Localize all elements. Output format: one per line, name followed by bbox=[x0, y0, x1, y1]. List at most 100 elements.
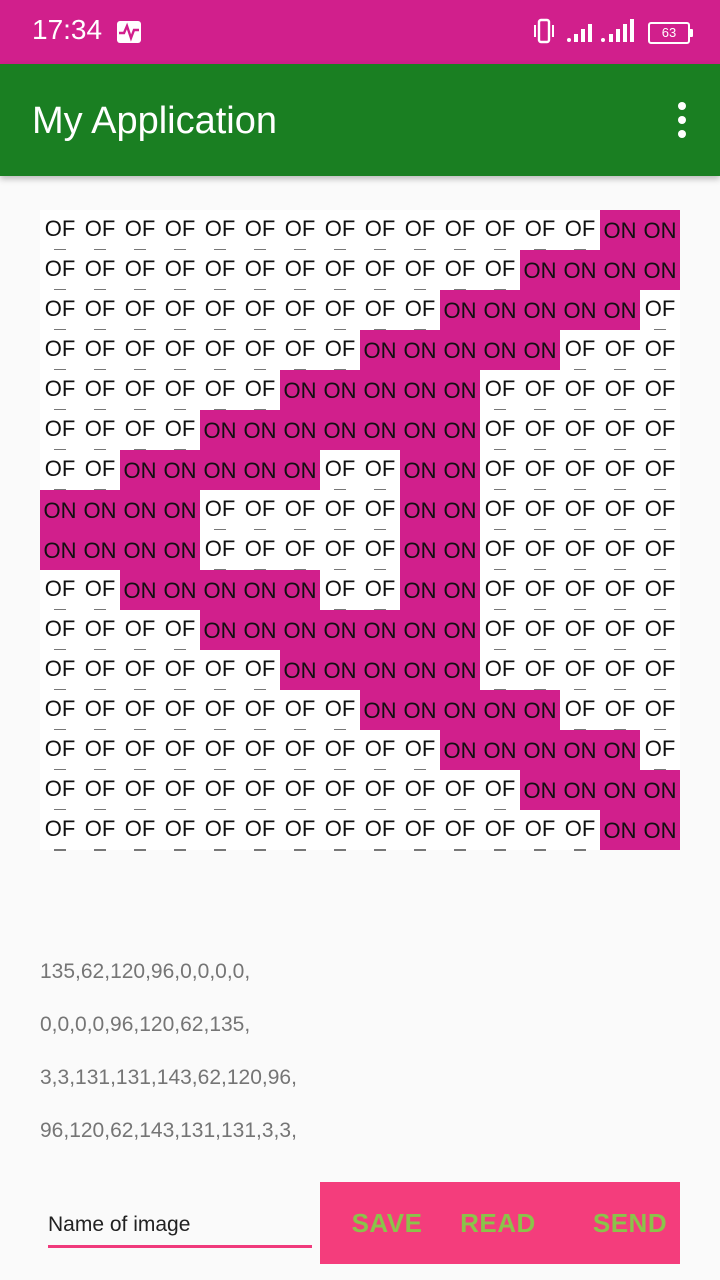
pixel-cell-off[interactable]: OF bbox=[240, 210, 280, 251]
pixel-cell-off[interactable]: OF bbox=[480, 450, 520, 491]
pixel-cell-off[interactable]: OF bbox=[320, 330, 360, 371]
pixel-cell-off[interactable]: OF bbox=[480, 810, 520, 851]
pixel-cell-on[interactable]: ON bbox=[360, 650, 400, 690]
pixel-cell-off[interactable]: OF bbox=[440, 210, 480, 251]
pixel-cell-off[interactable]: OF bbox=[560, 570, 600, 611]
pixel-cell-on[interactable]: ON bbox=[440, 610, 480, 650]
pixel-cell-on[interactable]: ON bbox=[520, 690, 560, 730]
pixel-cell-off[interactable]: OF bbox=[560, 370, 600, 411]
pixel-cell-on[interactable]: ON bbox=[240, 570, 280, 610]
pixel-cell-off[interactable]: OF bbox=[160, 690, 200, 731]
pixel-cell-on[interactable]: ON bbox=[280, 370, 320, 410]
pixel-cell-off[interactable]: OF bbox=[280, 210, 320, 251]
pixel-cell-off[interactable]: OF bbox=[200, 770, 240, 811]
pixel-cell-on[interactable]: ON bbox=[320, 610, 360, 650]
pixel-cell-on[interactable]: ON bbox=[160, 450, 200, 490]
pixel-cell-on[interactable]: ON bbox=[480, 290, 520, 330]
pixel-cell-off[interactable]: OF bbox=[240, 250, 280, 291]
pixel-cell-on[interactable]: ON bbox=[120, 490, 160, 530]
pixel-cell-on[interactable]: ON bbox=[40, 530, 80, 570]
pixel-cell-on[interactable]: ON bbox=[240, 610, 280, 650]
pixel-cell-on[interactable]: ON bbox=[400, 330, 440, 370]
pixel-cell-off[interactable]: OF bbox=[360, 570, 400, 611]
image-name-input[interactable] bbox=[48, 1204, 312, 1248]
pixel-cell-off[interactable]: OF bbox=[520, 490, 560, 531]
pixel-cell-on[interactable]: ON bbox=[520, 770, 560, 810]
pixel-cell-on[interactable]: ON bbox=[440, 570, 480, 610]
pixel-cell-on[interactable]: ON bbox=[400, 690, 440, 730]
pixel-cell-off[interactable]: OF bbox=[640, 690, 680, 731]
pixel-cell-on[interactable]: ON bbox=[560, 290, 600, 330]
pixel-cell-off[interactable]: OF bbox=[560, 530, 600, 571]
pixel-cell-off[interactable]: OF bbox=[320, 490, 360, 531]
pixel-cell-on[interactable]: ON bbox=[320, 370, 360, 410]
pixel-cell-off[interactable]: OF bbox=[80, 690, 120, 731]
pixel-cell-on[interactable]: ON bbox=[560, 250, 600, 290]
pixel-cell-off[interactable]: OF bbox=[320, 810, 360, 851]
pixel-cell-on[interactable]: ON bbox=[80, 490, 120, 530]
pixel-cell-off[interactable]: OF bbox=[240, 370, 280, 411]
read-button[interactable]: READ bbox=[448, 1182, 548, 1264]
pixel-cell-on[interactable]: ON bbox=[120, 570, 160, 610]
pixel-cell-off[interactable]: OF bbox=[520, 610, 560, 651]
pixel-cell-off[interactable]: OF bbox=[560, 690, 600, 731]
pixel-cell-off[interactable]: OF bbox=[160, 410, 200, 451]
pixel-cell-off[interactable]: OF bbox=[240, 810, 280, 851]
save-button[interactable]: SAVE bbox=[332, 1182, 442, 1264]
pixel-cell-off[interactable]: OF bbox=[40, 690, 80, 731]
pixel-cell-off[interactable]: OF bbox=[40, 250, 80, 291]
pixel-cell-on[interactable]: ON bbox=[120, 450, 160, 490]
pixel-cell-off[interactable]: OF bbox=[520, 410, 560, 451]
pixel-cell-off[interactable]: OF bbox=[600, 650, 640, 691]
pixel-cell-on[interactable]: ON bbox=[280, 570, 320, 610]
pixel-cell-off[interactable]: OF bbox=[520, 530, 560, 571]
pixel-cell-off[interactable]: OF bbox=[240, 770, 280, 811]
pixel-cell-off[interactable]: OF bbox=[80, 250, 120, 291]
pixel-cell-off[interactable]: OF bbox=[160, 330, 200, 371]
pixel-cell-off[interactable]: OF bbox=[640, 490, 680, 531]
pixel-cell-off[interactable]: OF bbox=[480, 490, 520, 531]
pixel-cell-on[interactable]: ON bbox=[240, 410, 280, 450]
pixel-cell-off[interactable]: OF bbox=[280, 730, 320, 771]
pixel-cell-off[interactable]: OF bbox=[640, 650, 680, 691]
pixel-cell-on[interactable]: ON bbox=[640, 210, 680, 250]
pixel-cell-off[interactable]: OF bbox=[120, 290, 160, 331]
pixel-cell-off[interactable]: OF bbox=[560, 330, 600, 371]
pixel-cell-off[interactable]: OF bbox=[600, 530, 640, 571]
pixel-cell-off[interactable]: OF bbox=[600, 570, 640, 611]
pixel-cell-off[interactable]: OF bbox=[360, 810, 400, 851]
overflow-menu-icon[interactable] bbox=[670, 102, 694, 138]
pixel-cell-off[interactable]: OF bbox=[40, 330, 80, 371]
pixel-cell-on[interactable]: ON bbox=[600, 290, 640, 330]
pixel-cell-off[interactable]: OF bbox=[440, 770, 480, 811]
pixel-cell-off[interactable]: OF bbox=[400, 210, 440, 251]
pixel-cell-on[interactable]: ON bbox=[440, 650, 480, 690]
pixel-cell-off[interactable]: OF bbox=[280, 530, 320, 571]
pixel-cell-off[interactable]: OF bbox=[40, 570, 80, 611]
pixel-cell-off[interactable]: OF bbox=[200, 530, 240, 571]
pixel-cell-off[interactable]: OF bbox=[600, 610, 640, 651]
pixel-cell-off[interactable]: OF bbox=[640, 290, 680, 331]
send-button[interactable]: SEND bbox=[576, 1182, 684, 1264]
pixel-cell-on[interactable]: ON bbox=[320, 410, 360, 450]
pixel-cell-off[interactable]: OF bbox=[120, 610, 160, 651]
pixel-cell-off[interactable]: OF bbox=[320, 730, 360, 771]
pixel-cell-on[interactable]: ON bbox=[440, 370, 480, 410]
pixel-cell-on[interactable]: ON bbox=[600, 770, 640, 810]
pixel-cell-off[interactable]: OF bbox=[40, 810, 80, 851]
pixel-cell-off[interactable]: OF bbox=[240, 330, 280, 371]
pixel-cell-off[interactable]: OF bbox=[360, 530, 400, 571]
pixel-cell-off[interactable]: OF bbox=[240, 490, 280, 531]
pixel-cell-off[interactable]: OF bbox=[360, 730, 400, 771]
pixel-cell-off[interactable]: OF bbox=[280, 330, 320, 371]
pixel-cell-on[interactable]: ON bbox=[440, 330, 480, 370]
pixel-cell-off[interactable]: OF bbox=[560, 610, 600, 651]
pixel-cell-on[interactable]: ON bbox=[280, 650, 320, 690]
pixel-cell-off[interactable]: OF bbox=[80, 290, 120, 331]
pixel-cell-on[interactable]: ON bbox=[480, 330, 520, 370]
pixel-cell-off[interactable]: OF bbox=[160, 730, 200, 771]
pixel-cell-off[interactable]: OF bbox=[200, 490, 240, 531]
pixel-cell-off[interactable]: OF bbox=[600, 690, 640, 731]
pixel-cell-off[interactable]: OF bbox=[600, 490, 640, 531]
pixel-cell-off[interactable]: OF bbox=[320, 770, 360, 811]
